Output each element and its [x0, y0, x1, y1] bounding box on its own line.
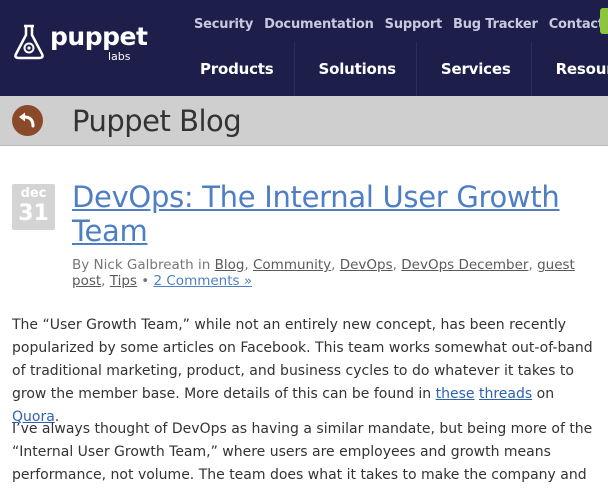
nav-products[interactable]: Products — [176, 42, 294, 96]
category-link-blog[interactable]: Blog — [215, 257, 245, 273]
category-link-community[interactable]: Community — [253, 257, 331, 273]
category-link-devops[interactable]: DevOps — [340, 257, 393, 273]
logo-wordmark: puppet — [50, 22, 148, 51]
nav-solutions[interactable]: Solutions — [293, 42, 416, 96]
post-paragraph: The “User Growth Team,” while not an ent… — [12, 314, 604, 429]
topnav-bug-tracker[interactable]: Bug Tracker — [453, 17, 538, 32]
flask-logo-icon — [14, 24, 44, 60]
comments-link[interactable]: 2 Comments » — [154, 273, 253, 289]
back-arrow-icon — [19, 112, 35, 128]
blog-title: Puppet Blog — [72, 104, 242, 138]
back-button[interactable] — [12, 105, 43, 136]
puppet-labs-logo[interactable]: puppet labs — [10, 12, 150, 63]
nav-services[interactable]: Services — [415, 42, 531, 96]
site-header: puppet labs Security Documentation Support… — [0, 0, 608, 96]
category-link-tips[interactable]: Tips — [110, 273, 137, 289]
logo-subtext: labs — [108, 50, 131, 63]
topnav-support[interactable]: Support — [385, 17, 443, 32]
post-date-month: dec — [20, 186, 47, 201]
blog-title-bar: Puppet Blog — [0, 96, 608, 146]
these-link[interactable]: these — [436, 386, 475, 402]
paragraph-text: on — [536, 386, 555, 402]
post-meta: By Nick Galbreath in Blog, Community, De… — [72, 257, 575, 289]
topnav-documentation[interactable]: Documentation — [264, 17, 374, 32]
post-date-day: 31 — [18, 201, 49, 226]
topnav-security[interactable]: Security — [194, 17, 253, 32]
post-date-badge: dec 31 — [12, 184, 55, 230]
nav-resources[interactable]: Resources — [530, 42, 608, 96]
category-link-devops-december[interactable]: DevOps December — [401, 257, 528, 273]
paragraph-text: I’ve always thought of DevOps as having … — [12, 421, 593, 483]
threads-link[interactable]: threads — [479, 386, 532, 402]
post-title[interactable]: DevOps: The Internal User Growth Team — [72, 180, 592, 248]
utility-nav: Security Documentation Support Bug Tracker C… — [194, 13, 608, 32]
main-nav: Products Solutions Services Resources — [176, 42, 608, 96]
meta-separator: • — [141, 273, 150, 289]
green-accent-tab[interactable] — [600, 8, 608, 34]
post-author: By Nick Galbreath in — [72, 257, 211, 273]
post-paragraph: I’ve always thought of DevOps as having … — [12, 418, 604, 489]
